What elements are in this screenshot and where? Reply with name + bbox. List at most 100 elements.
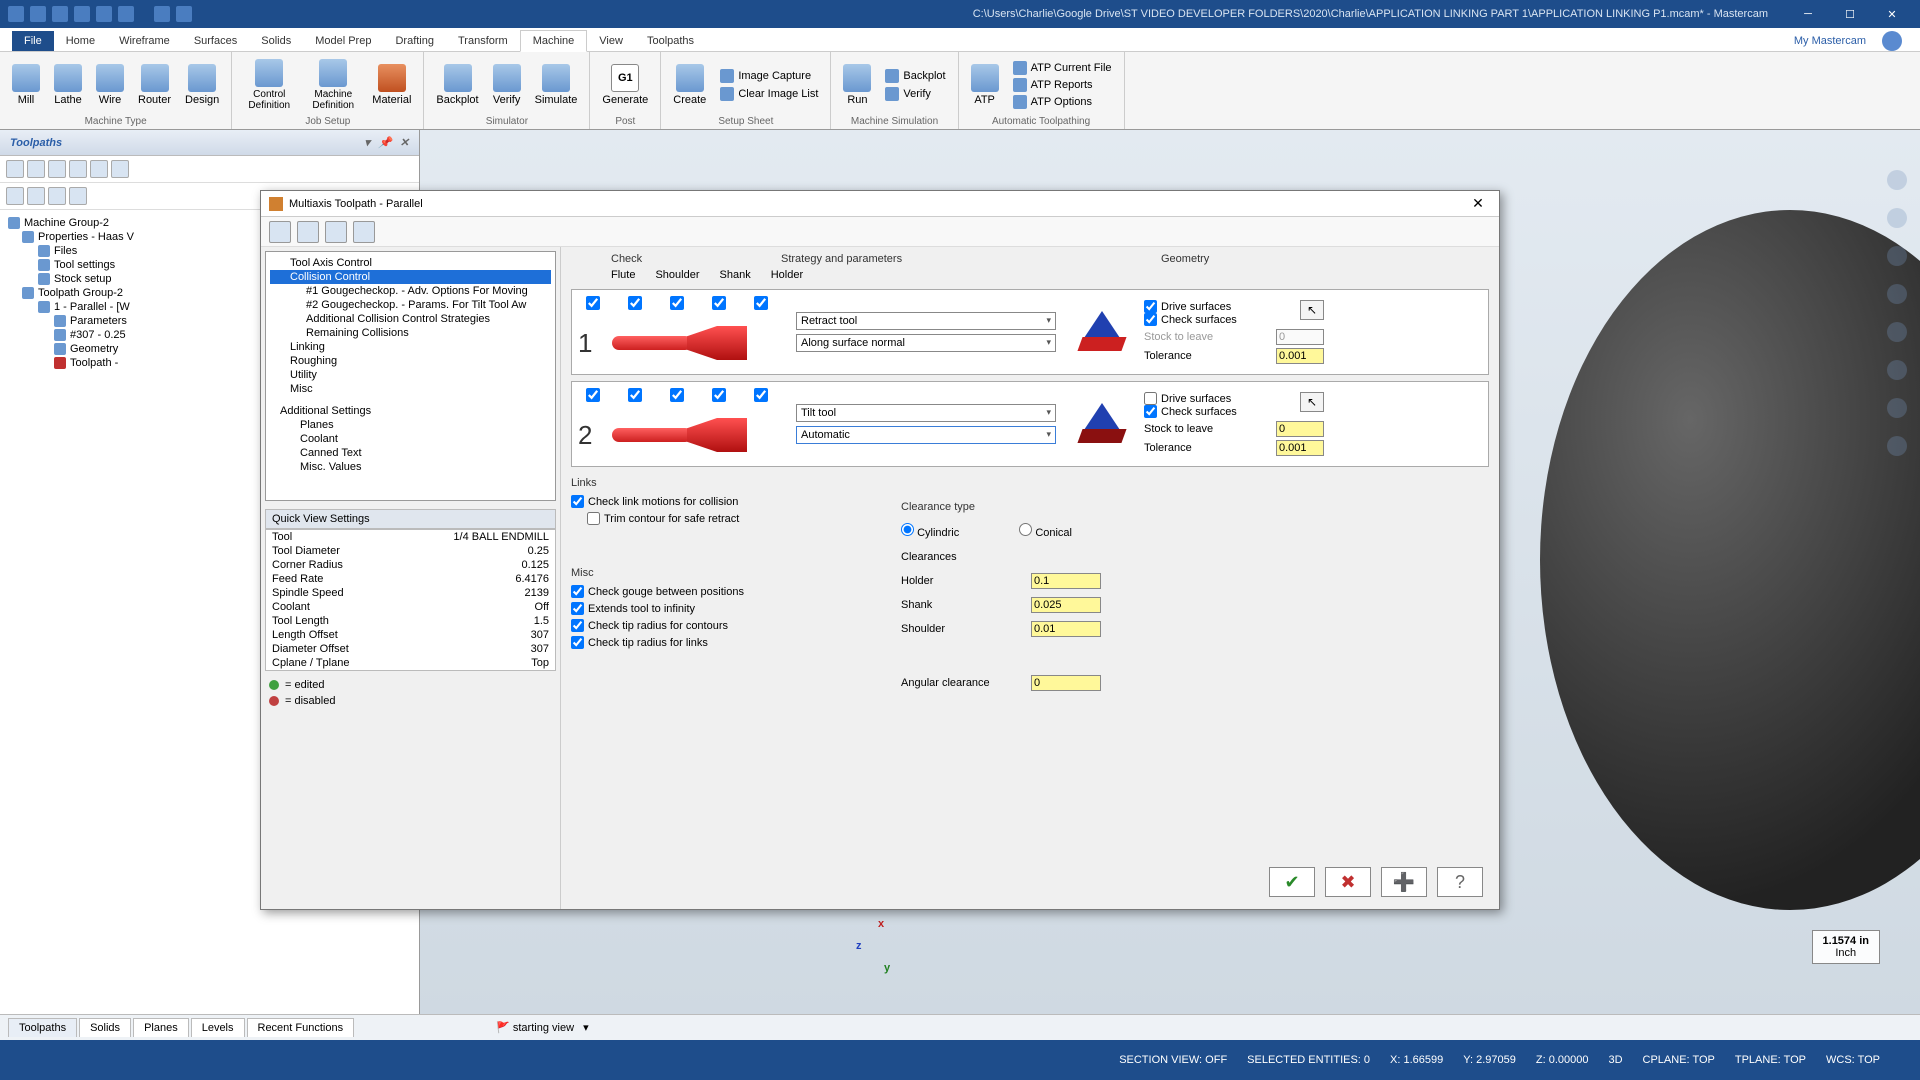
misc-chk4-box[interactable] bbox=[571, 636, 584, 649]
row2-check-surf[interactable]: Check surfaces bbox=[1144, 405, 1300, 418]
tab-drafting[interactable]: Drafting bbox=[383, 31, 446, 51]
control-def-button[interactable]: Control Definition bbox=[240, 57, 298, 113]
mill-button[interactable]: Mill bbox=[8, 62, 44, 108]
dtree-gouge2[interactable]: #2 Gougecheckop. - Params. For Tilt Tool… bbox=[270, 298, 551, 312]
tp-tb2-1-icon[interactable] bbox=[6, 187, 24, 205]
tp-tb-2-icon[interactable] bbox=[27, 160, 45, 178]
my-mastercam-link[interactable]: My Mastercam bbox=[1784, 31, 1876, 51]
user-avatar-icon[interactable] bbox=[1882, 31, 1902, 51]
dtree-remaining[interactable]: Remaining Collisions bbox=[270, 326, 551, 340]
cancel-button[interactable]: ✖ bbox=[1325, 867, 1371, 897]
btab-levels[interactable]: Levels bbox=[191, 1018, 245, 1037]
row2-flute[interactable] bbox=[628, 388, 642, 402]
starting-view-select[interactable]: 🚩 starting view ▾ bbox=[496, 1021, 589, 1034]
btab-planes[interactable]: Planes bbox=[133, 1018, 189, 1037]
row2-drive-surf-chk[interactable] bbox=[1144, 392, 1157, 405]
tp-tb-6-icon[interactable] bbox=[111, 160, 129, 178]
material-button[interactable]: Material bbox=[368, 62, 415, 108]
create-button[interactable]: Create bbox=[669, 62, 710, 108]
row1-tol-input[interactable] bbox=[1276, 348, 1324, 364]
conical-radio-input[interactable] bbox=[1019, 523, 1032, 536]
machine-def-button[interactable]: Machine Definition bbox=[304, 57, 362, 113]
qat-paste-icon[interactable] bbox=[118, 6, 134, 22]
sim-verify-button[interactable]: Verify bbox=[881, 86, 949, 102]
dtree-roughing[interactable]: Roughing bbox=[270, 354, 551, 368]
row1-enable[interactable] bbox=[586, 296, 600, 310]
atp-options-button[interactable]: ATP Options bbox=[1009, 94, 1116, 110]
dtree-misc-values[interactable]: Misc. Values bbox=[270, 460, 551, 474]
row2-strategy-select[interactable]: Tilt tool bbox=[796, 404, 1056, 422]
wire-button[interactable]: Wire bbox=[92, 62, 128, 108]
rotate-icon[interactable] bbox=[1887, 246, 1907, 266]
row2-direction-select[interactable]: Automatic bbox=[796, 426, 1056, 444]
atp-reports-button[interactable]: ATP Reports bbox=[1009, 77, 1116, 93]
dtree-planes[interactable]: Planes bbox=[270, 418, 551, 432]
atp-button[interactable]: ATP bbox=[967, 62, 1003, 108]
row1-check-surf-chk[interactable] bbox=[1144, 313, 1157, 326]
backplot-button[interactable]: Backplot bbox=[432, 62, 482, 108]
btab-solids[interactable]: Solids bbox=[79, 1018, 131, 1037]
qat-undo-icon[interactable] bbox=[154, 6, 170, 22]
lathe-button[interactable]: Lathe bbox=[50, 62, 86, 108]
dtree-additional-cc[interactable]: Additional Collision Control Strategies bbox=[270, 312, 551, 326]
verify-button[interactable]: Verify bbox=[489, 62, 525, 108]
clear-image-button[interactable]: Clear Image List bbox=[716, 86, 822, 102]
angular-input[interactable] bbox=[1031, 675, 1101, 691]
dtree-linking[interactable]: Linking bbox=[270, 340, 551, 354]
row1-direction-select[interactable]: Along surface normal bbox=[796, 334, 1056, 352]
row2-shoulder[interactable] bbox=[670, 388, 684, 402]
shade-icon[interactable] bbox=[1887, 360, 1907, 380]
row2-enable[interactable] bbox=[586, 388, 600, 402]
simulate-button[interactable]: Simulate bbox=[531, 62, 582, 108]
row2-check-surf-chk[interactable] bbox=[1144, 405, 1157, 418]
image-capture-button[interactable]: Image Capture bbox=[716, 68, 822, 84]
row1-drive-surf-chk[interactable] bbox=[1144, 300, 1157, 313]
sim-backplot-button[interactable]: Backplot bbox=[881, 68, 949, 84]
view-icon[interactable] bbox=[1887, 322, 1907, 342]
qat-open-icon[interactable] bbox=[52, 6, 68, 22]
tp-tb2-3-icon[interactable] bbox=[48, 187, 66, 205]
tp-tb-3-icon[interactable] bbox=[48, 160, 66, 178]
dtree-additional-settings[interactable]: Additional Settings bbox=[270, 404, 551, 418]
misc-chk1-box[interactable] bbox=[571, 585, 584, 598]
tp-tb-5-icon[interactable] bbox=[90, 160, 108, 178]
tp-tb-1-icon[interactable] bbox=[6, 160, 24, 178]
tab-file[interactable]: File bbox=[12, 31, 54, 51]
misc-chk1[interactable]: Check gouge between positions bbox=[571, 583, 821, 600]
status-tplane[interactable]: TPLANE: TOP bbox=[1735, 1054, 1806, 1066]
link-chk2[interactable]: Trim contour for safe retract bbox=[571, 510, 821, 527]
iso-icon[interactable] bbox=[1887, 436, 1907, 456]
ok-button[interactable]: ✔ bbox=[1269, 867, 1315, 897]
dlg-tb-defaults-icon[interactable] bbox=[353, 221, 375, 243]
cylindric-radio-input[interactable] bbox=[901, 523, 914, 536]
generate-button[interactable]: G1Generate bbox=[598, 62, 652, 108]
dlg-tb-preview-icon[interactable] bbox=[269, 221, 291, 243]
add-button[interactable]: ➕ bbox=[1381, 867, 1427, 897]
qat-new-icon[interactable] bbox=[8, 6, 24, 22]
tab-toolpaths[interactable]: Toolpaths bbox=[635, 31, 706, 51]
tab-model-prep[interactable]: Model Prep bbox=[303, 31, 383, 51]
status-cplane[interactable]: CPLANE: TOP bbox=[1643, 1054, 1715, 1066]
dtree-utility[interactable]: Utility bbox=[270, 368, 551, 382]
row1-drive-surf[interactable]: Drive surfaces bbox=[1144, 300, 1300, 313]
status-wcs[interactable]: WCS: TOP bbox=[1826, 1054, 1880, 1066]
tab-solids[interactable]: Solids bbox=[249, 31, 303, 51]
link-chk1[interactable]: Check link motions for collision bbox=[571, 493, 821, 510]
dialog-close-button[interactable]: ✕ bbox=[1465, 195, 1491, 212]
row1-stl-input[interactable] bbox=[1276, 329, 1324, 345]
dlg-tb-load-icon[interactable] bbox=[325, 221, 347, 243]
row1-strategy-select[interactable]: Retract tool bbox=[796, 312, 1056, 330]
tab-machine[interactable]: Machine bbox=[520, 30, 588, 52]
wire-icon[interactable] bbox=[1887, 398, 1907, 418]
close-button[interactable]: ✕ bbox=[1872, 2, 1912, 26]
tp-tb2-2-icon[interactable] bbox=[27, 187, 45, 205]
dtree-misc[interactable]: Misc bbox=[270, 382, 551, 396]
design-button[interactable]: Design bbox=[181, 62, 223, 108]
holder-input[interactable] bbox=[1031, 573, 1101, 589]
tab-surfaces[interactable]: Surfaces bbox=[182, 31, 249, 51]
cylindric-radio[interactable]: Cylindric bbox=[901, 523, 959, 539]
misc-chk2-box[interactable] bbox=[571, 602, 584, 615]
qat-print-icon[interactable] bbox=[74, 6, 90, 22]
panel-dropdown-icon[interactable]: ▾ bbox=[365, 136, 371, 149]
row1-check-surf[interactable]: Check surfaces bbox=[1144, 313, 1300, 326]
